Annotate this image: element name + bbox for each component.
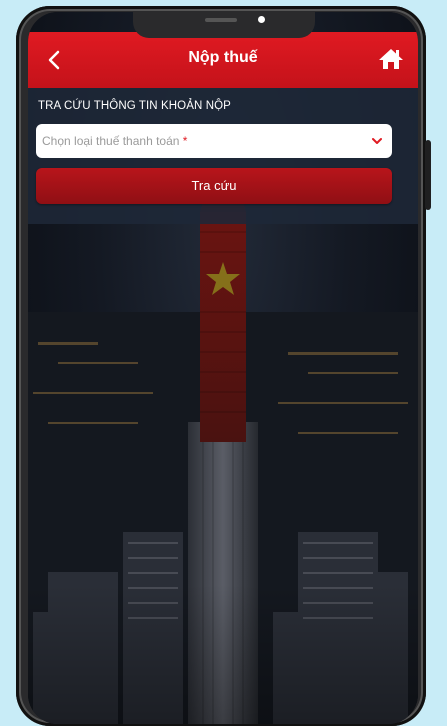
tax-type-placeholder: Chọn loại thuế thanh toán * — [42, 134, 188, 148]
lookup-button[interactable]: Tra cứu — [36, 168, 392, 204]
background-gradient-overlay — [28, 584, 418, 724]
phone-notch — [133, 12, 315, 38]
chevron-down-icon — [370, 134, 384, 148]
home-icon — [378, 49, 404, 75]
phone-screen: Nộp thuế TRA CỨU THÔNG TIN KHOẢN NỘP Chọ… — [28, 12, 418, 724]
app-header: Nộp thuế — [28, 32, 418, 88]
front-camera — [258, 16, 265, 23]
required-mark: * — [182, 134, 188, 148]
phone-side-button — [425, 140, 431, 210]
speaker-grille — [205, 18, 237, 22]
section-title: TRA CỨU THÔNG TIN KHOẢN NỘP — [38, 100, 231, 112]
home-button[interactable] — [378, 47, 404, 71]
page-title: Nộp thuế — [188, 49, 258, 66]
tax-lookup-panel: TRA CỨU THÔNG TIN KHOẢN NỘP Chọn loại th… — [28, 88, 418, 224]
tax-type-select[interactable]: Chọn loại thuế thanh toán * — [36, 124, 392, 158]
